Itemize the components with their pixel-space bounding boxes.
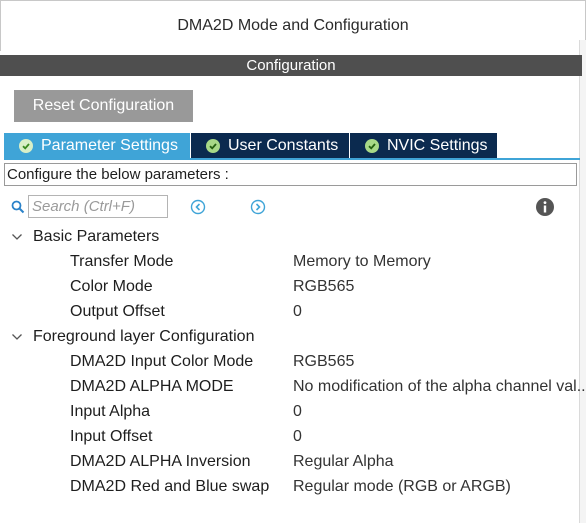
- chevron-down-icon[interactable]: [10, 330, 24, 344]
- param-value[interactable]: Memory to Memory: [293, 250, 431, 274]
- tab-label: Parameter Settings: [41, 136, 178, 154]
- chevron-down-icon[interactable]: [10, 230, 24, 244]
- arrow-left-circle-icon[interactable]: [190, 199, 206, 215]
- param-value[interactable]: RGB565: [293, 275, 354, 299]
- param-name[interactable]: Output Offset: [70, 300, 165, 324]
- configuration-section-header: Configuration: [0, 55, 582, 76]
- param-value[interactable]: 0: [293, 400, 302, 424]
- param-name[interactable]: DMA2D Input Color Mode: [70, 350, 253, 374]
- param-value[interactable]: No modification of the alpha channel val…: [293, 375, 586, 399]
- tab-parameter-settings[interactable]: Parameter Settings: [4, 133, 190, 158]
- group-label: Basic Parameters: [33, 228, 160, 245]
- check-circle-icon: [365, 138, 379, 153]
- panel-scroll-edge: [579, 40, 586, 523]
- group-foreground-layer-configuration[interactable]: Foreground layer Configuration: [10, 325, 254, 349]
- search-icon[interactable]: [11, 200, 25, 214]
- tab-user-constants[interactable]: User Constants: [191, 133, 349, 158]
- arrow-right-circle-icon[interactable]: [250, 199, 266, 215]
- window-title: DMA2D Mode and Configuration: [0, 0, 586, 51]
- tab-underline: [4, 158, 580, 160]
- param-name[interactable]: Color Mode: [70, 275, 153, 299]
- configure-instructions: Configure the below parameters :: [4, 163, 577, 186]
- param-name[interactable]: Input Alpha: [70, 400, 150, 424]
- param-name[interactable]: DMA2D Red and Blue swap: [70, 475, 269, 499]
- param-value[interactable]: RGB565: [293, 350, 354, 374]
- param-name[interactable]: DMA2D ALPHA Inversion: [70, 450, 251, 474]
- param-value[interactable]: Regular Alpha: [293, 450, 394, 474]
- group-basic-parameters[interactable]: Basic Parameters: [10, 225, 159, 249]
- tab-nvic-settings[interactable]: NVIC Settings: [350, 133, 497, 158]
- param-value[interactable]: Regular mode (RGB or ARGB): [293, 475, 511, 499]
- tab-label: NVIC Settings: [387, 136, 488, 154]
- check-circle-icon: [206, 138, 220, 153]
- group-label: Foreground layer Configuration: [33, 328, 255, 345]
- param-value[interactable]: 0: [293, 425, 302, 449]
- search-input[interactable]: [28, 195, 168, 218]
- tab-label: User Constants: [228, 136, 339, 154]
- check-circle-icon: [19, 138, 33, 153]
- reset-configuration-button[interactable]: Reset Configuration: [14, 90, 193, 122]
- param-name[interactable]: Transfer Mode: [70, 250, 173, 274]
- param-name[interactable]: Input Offset: [70, 425, 152, 449]
- param-value[interactable]: 0: [293, 300, 302, 324]
- info-icon[interactable]: [535, 197, 555, 217]
- param-name[interactable]: DMA2D ALPHA MODE: [70, 375, 234, 399]
